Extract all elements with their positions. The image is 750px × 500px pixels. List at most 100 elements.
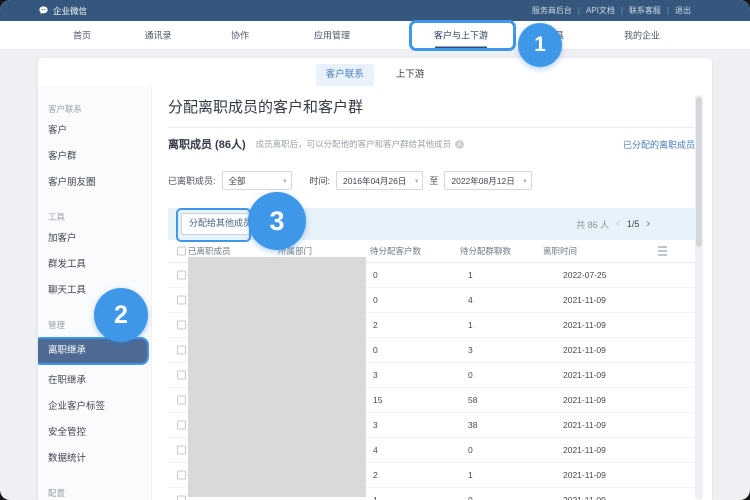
nav-item-6[interactable]: 我的企业 [624,29,660,42]
annotation-step3-badge: 3 [248,192,306,250]
sidebar-item-2-0[interactable]: 离职继承 [38,337,149,365]
cell-pending-groupchats: 38 [468,420,477,430]
top-link-2[interactable]: 联系客服 [629,5,661,16]
nav-item-2[interactable]: 协作 [231,29,249,42]
cell-pending-customers: 2 [373,470,378,480]
brand[interactable]: 企业微信 [38,5,87,17]
nav-item-1[interactable]: 通讯录 [144,29,171,42]
sidebar-group-0: 客户联系客户客户群客户朋友圈 [48,100,151,196]
date-from-select[interactable]: 2016年04月26日 [336,171,423,190]
annotation-step2-badge: 2 [94,288,148,342]
page-indicator: 1/5 [627,219,640,229]
time-filter-label: 时间: [310,174,331,187]
scrollbar-thumb[interactable] [696,97,702,247]
date-to-select[interactable]: 2022年08月12日 [444,171,531,190]
cell-pending-groupchats: 0 [468,445,473,455]
sidebar-group-1: 工具加客户群发工具聊天工具 [48,208,151,304]
separator [578,6,580,15]
sidebar-item-2-4[interactable]: 数据统计 [48,446,151,472]
separator [667,6,669,15]
page-title: 分配离职成员的客户和客户群 [168,96,363,117]
members-summary-row: 离职成员 (86人) 成员离职后，可以分配他的客户和客户群给其他成员 已分配的离… [168,134,695,154]
row-checkbox-5[interactable] [177,396,186,405]
annotation-step1-badge: 1 [518,23,562,67]
next-page-icon[interactable]: › [646,218,650,230]
sidebar-item-0-1[interactable]: 客户群 [48,144,151,170]
main-panel: 分配离职成员的客户和客户群 离职成员 (86人) 成员离职后，可以分配他的客户和… [152,86,712,500]
top-bar: 企业微信 服务商后台 API文档 联系客服 退出 [0,0,750,21]
row-checkbox-6[interactable] [177,421,186,430]
cell-pending-customers: 2 [373,320,378,330]
cell-leave-date: 2021-11-09 [563,295,606,305]
nav-item-3[interactable]: 应用管理 [314,29,350,42]
annotation-step1-highlight [409,20,516,51]
cell-leave-date: 2021-11-09 [563,495,606,500]
column-header-4: 离职时间 [543,245,577,257]
cell-pending-customers: 3 [373,420,378,430]
sidebar-item-1-1[interactable]: 群发工具 [48,252,151,278]
filter-row: 已离职成员: 全部 时间: 2016年04月26日 至 2022年08月12日 [168,170,532,190]
row-checkbox-7[interactable] [177,446,186,455]
cell-leave-date: 2021-11-09 [563,345,606,355]
row-checkbox-1[interactable] [177,296,186,305]
column-header-3: 待分配群聊数 [460,245,511,257]
row-checkbox-8[interactable] [177,471,186,480]
pagination: 共 86 人 ‹ 1/5 › [576,218,650,231]
content-card: 客户联系上下游 客户联系客户客户群客户朋友圈工具加客户群发工具聊天工具管理离职继… [38,58,712,500]
top-link-1[interactable]: API文档 [586,5,615,16]
cell-pending-customers: 0 [373,295,378,305]
total-count: 共 86 人 [576,218,609,231]
column-header-0: 已离职成员 [188,245,231,257]
cell-pending-customers: 3 [373,370,378,380]
tab-bar: 客户联系上下游 [38,58,712,86]
prev-page-icon[interactable]: ‹ [616,218,620,230]
cell-leave-date: 2021-11-09 [563,395,606,405]
row-checkbox-3[interactable] [177,346,186,355]
info-icon[interactable] [455,140,464,149]
scrollbar[interactable] [695,95,703,500]
to-label: 至 [429,174,438,187]
cell-pending-groupchats: 1 [468,320,473,330]
cell-pending-groupchats: 1 [468,470,473,480]
tab-0[interactable]: 客户联系 [316,64,374,86]
sidebar-item-1-0[interactable]: 加客户 [48,226,151,252]
tab-1[interactable]: 上下游 [386,64,435,86]
cell-pending-customers: 0 [373,270,378,280]
row-checkbox-4[interactable] [177,371,186,380]
row-checkbox-2[interactable] [177,321,186,330]
sidebar-item-0-0[interactable]: 客户 [48,118,151,144]
divider [168,127,695,128]
sidebar-item-2-2[interactable]: 企业客户标签 [48,394,151,420]
select-all-checkbox[interactable] [177,247,186,256]
sidebar-group-2: 管理离职继承在职继承企业客户标签安全管控数据统计 [48,316,151,472]
cell-leave-date: 2021-11-09 [563,470,606,480]
cell-pending-groupchats: 1 [468,270,473,280]
sidebar-item-0-2[interactable]: 客户朋友圈 [48,170,151,196]
sidebar-item-2-1[interactable]: 在职继承 [48,368,151,394]
nav-item-0[interactable]: 首页 [73,29,91,42]
cell-leave-date: 2021-11-09 [563,370,606,380]
wecom-logo-icon [38,5,49,16]
brand-name: 企业微信 [53,5,87,17]
top-link-0[interactable]: 服务商后台 [532,5,572,16]
sidebar-item-2-3[interactable]: 安全管控 [48,420,151,446]
cell-pending-groupchats: 0 [468,495,473,500]
top-link-3[interactable]: 退出 [675,5,691,16]
sidebar-group-title-3: 配置 [48,484,151,500]
members-note: 成员离职后，可以分配他的客户和客户群给其他成员 [256,138,452,150]
member-filter-select[interactable]: 全部 [222,171,292,190]
cell-pending-customers: 4 [373,445,378,455]
column-settings-icon[interactable] [658,247,667,256]
top-links: 服务商后台 API文档 联系客服 退出 [532,5,691,16]
row-checkbox-9[interactable] [177,496,186,500]
cell-leave-date: 2021-11-09 [563,420,606,430]
nav-bar: 首页通讯录协作应用管理客户与上下游管理工具我的企业 [0,21,750,50]
sidebar-group-title-1: 工具 [48,208,151,226]
sidebar-group-3: 配置 [48,484,151,500]
row-checkbox-0[interactable] [177,271,186,280]
cell-leave-date: 2021-11-09 [563,445,606,455]
cell-leave-date: 2021-11-09 [563,320,606,330]
cell-pending-customers: 0 [373,345,378,355]
assigned-members-link[interactable]: 已分配的离职成员 [623,138,695,151]
cell-pending-customers: 15 [373,395,382,405]
